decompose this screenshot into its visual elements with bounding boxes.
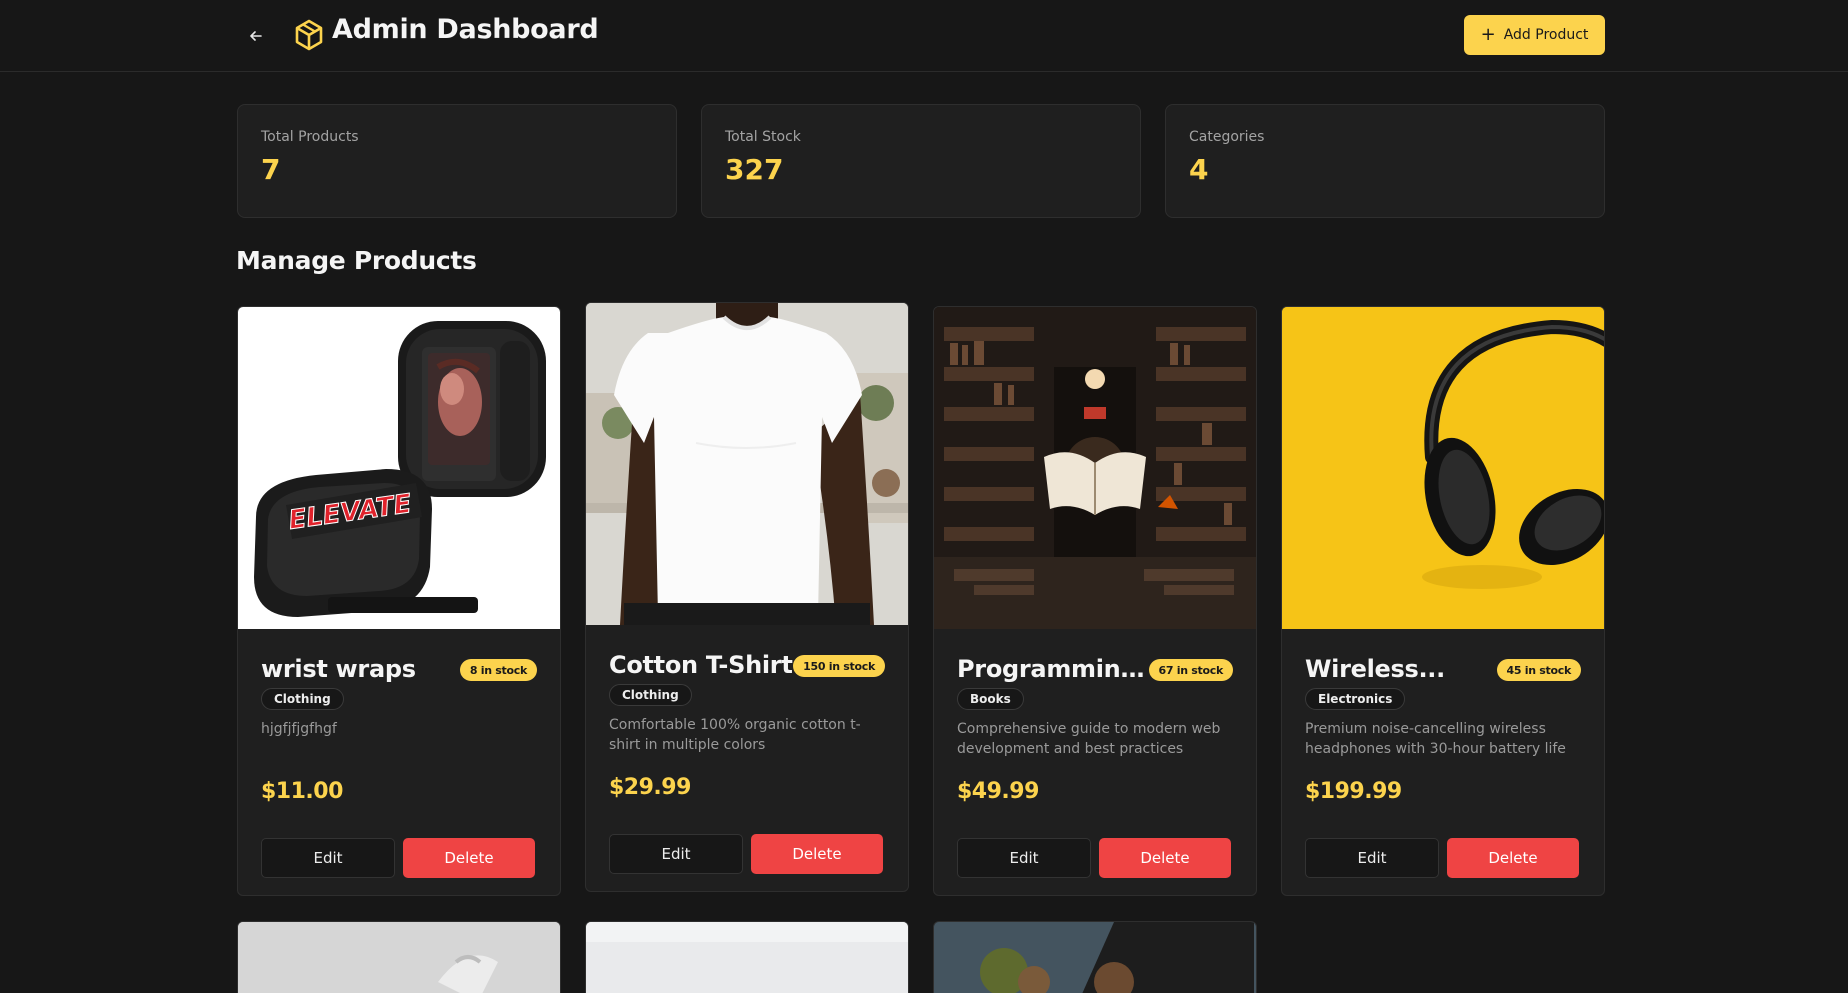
stat-label: Total Products bbox=[261, 129, 359, 145]
product-name: Programming... bbox=[957, 655, 1147, 683]
package-icon bbox=[293, 18, 325, 52]
stock-badge: 45 in stock bbox=[1496, 659, 1581, 681]
edit-button[interactable]: Edit bbox=[957, 838, 1091, 878]
edit-button[interactable]: Edit bbox=[1305, 838, 1439, 878]
section-title: Manage Products bbox=[236, 246, 477, 275]
stat-card-categories: Categories 4 bbox=[1165, 104, 1605, 218]
category-badge: Electronics bbox=[1305, 688, 1406, 710]
product-description: Premium noise-cancelling wireless headph… bbox=[1305, 721, 1566, 757]
top-bar: Admin Dashboard + Add Product bbox=[0, 0, 1848, 72]
plus-icon: + bbox=[1480, 24, 1496, 45]
product-description: Comprehensive guide to modern web develo… bbox=[957, 721, 1221, 757]
product-card bbox=[237, 921, 561, 993]
product-description: hjgfjfjgfhgf bbox=[261, 721, 337, 737]
edit-button[interactable]: Edit bbox=[261, 838, 395, 878]
stat-value: 327 bbox=[725, 153, 784, 186]
product-description: Comfortable 100% organic cotton t-shirt … bbox=[609, 717, 861, 753]
stat-value: 7 bbox=[261, 153, 281, 186]
product-image bbox=[1282, 307, 1604, 629]
product-card: Programming... 67 in stock Books Compreh… bbox=[933, 306, 1257, 896]
product-card: Cotton T-Shirt 150 in stock Clothing Com… bbox=[585, 302, 909, 892]
stat-card-total-products: Total Products 7 bbox=[237, 104, 677, 218]
category-badge: Clothing bbox=[261, 688, 344, 710]
product-price: $11.00 bbox=[261, 779, 343, 804]
stock-badge: 8 in stock bbox=[459, 659, 537, 681]
product-name: wrist wraps bbox=[261, 655, 416, 683]
product-price: $49.99 bbox=[957, 779, 1039, 804]
stat-card-total-stock: Total Stock 327 bbox=[701, 104, 1141, 218]
page-title: Admin Dashboard bbox=[332, 14, 599, 45]
stock-badge: 150 in stock bbox=[793, 655, 885, 677]
product-card: Wireless... 45 in stock Electronics Prem… bbox=[1281, 306, 1605, 896]
product-card bbox=[585, 921, 909, 993]
back-arrow-icon[interactable] bbox=[244, 24, 268, 48]
category-badge: Books bbox=[957, 688, 1024, 710]
product-image: ELEVATE bbox=[238, 307, 560, 629]
edit-button[interactable]: Edit bbox=[609, 834, 743, 874]
stock-badge: 67 in stock bbox=[1148, 659, 1233, 681]
product-price: $199.99 bbox=[1305, 779, 1402, 804]
category-badge: Clothing bbox=[609, 684, 692, 706]
stat-label: Total Stock bbox=[725, 129, 801, 145]
stat-value: 4 bbox=[1189, 153, 1209, 186]
product-price: $29.99 bbox=[609, 775, 691, 800]
product-card bbox=[933, 921, 1257, 993]
delete-button[interactable]: Delete bbox=[1447, 838, 1579, 878]
delete-button[interactable]: Delete bbox=[751, 834, 883, 874]
stat-label: Categories bbox=[1189, 129, 1265, 145]
product-image bbox=[586, 922, 908, 993]
product-name: Wireless... bbox=[1305, 655, 1445, 683]
product-image bbox=[238, 922, 560, 993]
add-product-button[interactable]: + Add Product bbox=[1464, 15, 1605, 55]
product-image bbox=[586, 303, 908, 625]
product-image bbox=[934, 922, 1256, 993]
add-product-label: Add Product bbox=[1503, 27, 1589, 43]
product-name: Cotton T-Shirt bbox=[609, 651, 793, 679]
delete-button[interactable]: Delete bbox=[1099, 838, 1231, 878]
product-card: ELEVATE wrist wraps 8 in stock Clothing … bbox=[237, 306, 561, 896]
delete-button[interactable]: Delete bbox=[403, 838, 535, 878]
product-image bbox=[934, 307, 1256, 629]
